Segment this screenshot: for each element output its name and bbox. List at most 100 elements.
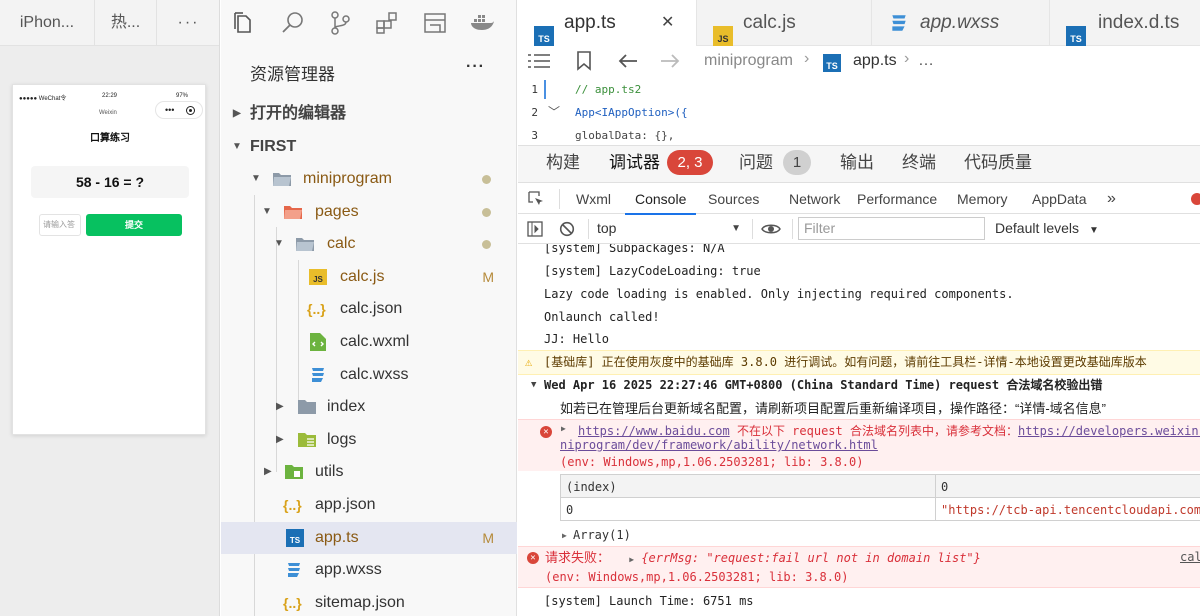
editor-tab-calc-js[interactable]: JS calc.js [696,0,871,46]
open-editors-section[interactable]: ▶ 打开的编辑器 [221,99,517,129]
tree-file-calc-wxss[interactable]: calc.wxss [221,359,517,392]
extensions-icon[interactable] [373,9,401,37]
doc-link[interactable]: https://developers.weixin.qq.com/minipro… [1018,424,1200,438]
breadcrumb-file[interactable]: app.ts [853,52,897,70]
tree-folder-calc[interactable]: ▼ calc [221,228,517,261]
devtab-console[interactable]: Console [625,183,697,215]
bookmark-icon[interactable] [576,51,592,71]
chevron-right-icon: ▶ [264,466,272,478]
tree-file-app-ts[interactable]: TS app.ts M [221,521,517,555]
error-link[interactable]: https://www.baidu.com [578,424,730,438]
wxss-file-icon [312,367,324,382]
js-file-icon: JS [309,268,327,285]
filter-input[interactable]: Filter [798,217,985,240]
devtab-wxml[interactable]: Wxml [576,183,611,215]
tree-folder-utils[interactable]: ▶ utils [221,456,517,489]
project-root-section[interactable]: ▼ FIRST [221,132,517,162]
tab-code-quality[interactable]: 代码质量 [964,146,1032,182]
editor-area: TS app.ts ✕ JS calc.js app.wxss TS index… [518,0,1200,145]
tree-label: app.ts [315,528,359,546]
close-icon[interactable]: ✕ [661,0,674,46]
search-icon[interactable] [279,9,307,37]
files-icon[interactable] [230,9,258,37]
tab-terminal[interactable]: 终端 [902,146,936,182]
expand-down-icon[interactable]: ▼ [531,374,536,397]
devtab-network[interactable]: Network [789,183,840,215]
doc-link-continued[interactable]: niprogram/dev/framework/ability/network.… [560,437,878,454]
tree-folder-index[interactable]: ▶ index [221,391,517,424]
log-levels-select[interactable]: Default levels ▼ [995,214,1099,243]
expand-right-icon[interactable]: ▶ [629,555,634,564]
editor-tab-app-ts[interactable]: TS app.ts ✕ [518,0,696,46]
clear-console-icon[interactable] [559,221,575,237]
context-select[interactable]: top ▼ [597,214,743,243]
console-line: [system] Subpackages: N/A [544,244,725,255]
capsule-more-icon[interactable]: ••• [165,102,174,118]
editor-tab-index-d-ts[interactable]: TS index.d.ts [1049,0,1200,46]
device-tab[interactable]: iPhon... [0,0,95,46]
layout-icon[interactable] [421,9,449,37]
error-count-icon[interactable] [1191,193,1200,205]
chevron-right-icon: › [804,50,810,67]
array-text: Array(1) [573,528,631,542]
explorer-more-button[interactable]: ··· [466,58,485,76]
inspect-element-icon[interactable] [528,191,544,207]
tree-file-sitemap-json[interactable]: {..} sitemap.json [221,587,517,616]
forward-arrow-icon[interactable] [660,53,680,69]
fold-chevron-icon[interactable]: ﹀ [548,101,560,124]
chevron-right-icon: ▶ [276,401,284,413]
simulator-more-button[interactable]: ··· [157,0,219,46]
source-control-icon[interactable] [326,9,354,37]
error-text: 不在以下 request 合法域名列表中，请参考文档： [729,424,1018,438]
breadcrumb-more[interactable]: … [918,52,934,70]
code-line[interactable]: 1 // app.ts2 [518,78,1200,101]
tab-output[interactable]: 输出 [840,146,874,182]
console-array[interactable]: ▶ Array(1) [518,524,1200,547]
more-tabs-button[interactable]: » [1107,183,1116,215]
tab-problems[interactable]: 问题 [739,146,773,182]
tree-label: app.wxss [315,561,382,579]
tree-file-app-wxss[interactable]: app.wxss [221,554,517,587]
editor-tab-app-wxss[interactable]: app.wxss [871,0,1049,46]
devtab-appdata[interactable]: AppData [1032,183,1086,215]
code-line[interactable]: 2 ﹀ App<IAppOption>({ [518,101,1200,124]
code-line[interactable]: 3 globalData: {}, [518,124,1200,145]
tab-build[interactable]: 构建 [546,146,580,182]
hot-reload-tab[interactable]: 热... [95,0,157,46]
json-file-icon: {..} [283,497,302,513]
back-arrow-icon[interactable] [618,53,638,69]
wxss-file-icon [892,15,906,31]
code-text: globalData: {}, [575,129,675,142]
console-table: (index) 0 0 "https://tcb-api.tencentclou… [560,474,1200,526]
tree-file-calc-js[interactable]: JS calc.js M [221,261,517,294]
breadcrumb-folder[interactable]: miniprogram [704,52,793,70]
sidebar-toggle-icon[interactable] [527,221,543,237]
eye-icon[interactable] [761,221,781,237]
tree-folder-miniprogram[interactable]: ▼ miniprogram [221,163,517,196]
list-icon[interactable] [528,52,550,70]
wxss-file-icon [288,563,300,578]
open-editors-label: 打开的编辑器 [250,105,347,122]
ts-file-icon: TS [286,528,304,547]
devtab-performance[interactable]: Performance [857,183,937,215]
editor-tabbar: TS app.ts ✕ JS calc.js app.wxss TS index… [518,0,1200,46]
expand-right-icon[interactable]: ▶ [562,524,567,547]
source-link[interactable]: cal [1180,547,1200,568]
tree-label: calc.wxss [340,365,409,383]
devtab-sources[interactable]: Sources [708,183,759,215]
submit-button[interactable]: 提交 [86,214,182,236]
docker-icon[interactable] [468,9,496,37]
console-group-header[interactable]: ▼ Wed Apr 16 2025 22:27:46 GMT+0800 (Chi… [518,374,1200,397]
menu-capsule[interactable]: ••• [155,101,203,119]
devtab-memory[interactable]: Memory [957,183,1008,215]
expand-right-icon[interactable]: ▶ [561,424,566,433]
tree-folder-pages[interactable]: ▼ pages [221,196,517,229]
tree-file-calc-wxml[interactable]: calc.wxml [221,326,517,359]
folder-utils-icon [285,465,303,480]
tree-folder-logs[interactable]: ▶ logs [221,424,517,457]
capsule-close-icon[interactable] [186,106,195,115]
tree-file-calc-json[interactable]: {..} calc.json [221,293,517,326]
tree-file-app-json[interactable]: {..} app.json [221,489,517,522]
answer-input[interactable]: 请输入答 [39,214,81,236]
tab-debugger[interactable]: 调试器 [609,146,660,182]
